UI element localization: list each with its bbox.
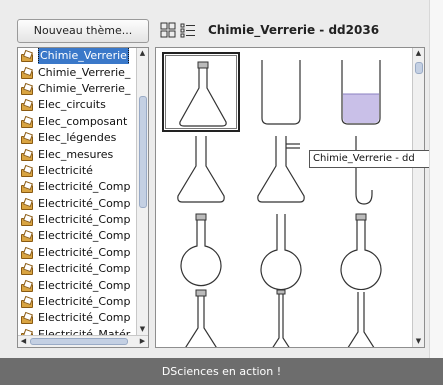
theme-list-item[interactable]: Electricité_Comp xyxy=(18,294,136,310)
theme-list-item-label: Electricité_Comp xyxy=(38,180,131,194)
theme-title: Chimie_Verrerie - dd2036 xyxy=(208,23,380,37)
scroll-left-arrow-icon[interactable]: ◀ xyxy=(18,336,29,347)
scroll-right-arrow-icon[interactable]: ▶ xyxy=(137,336,148,347)
theme-folder-icon xyxy=(21,199,33,210)
gallery-item[interactable] xyxy=(242,288,320,347)
theme-list-item-label: Electricité xyxy=(38,163,93,177)
gallery-item[interactable] xyxy=(322,288,400,347)
theme-folder-icon xyxy=(21,84,33,95)
theme-list-item-label: Elec_composant xyxy=(38,114,128,128)
theme-list-item[interactable]: Electricité_Comp xyxy=(18,179,136,195)
theme-list-item[interactable]: Electricité_Comp xyxy=(18,212,136,228)
theme-list-horizontal-scrollbar[interactable]: ◀ ▶ xyxy=(18,335,148,347)
theme-folder-icon xyxy=(21,231,33,243)
scroll-thumb[interactable] xyxy=(139,96,147,208)
theme-list-item[interactable]: Electricité_Comp xyxy=(18,277,136,293)
theme-folder-icon xyxy=(21,100,33,112)
gallery-item[interactable] xyxy=(162,288,240,347)
gallery-item[interactable] xyxy=(162,210,240,290)
theme-list-item-label: Elec_circuits xyxy=(38,98,106,112)
theme-list-item-label: Chimie_Verrerie_ xyxy=(38,65,131,79)
theme-list-item-label: Electricité_Comp xyxy=(38,295,131,309)
theme-list-item[interactable]: Electricité xyxy=(18,163,136,179)
theme-list-item-label: Electricité_Comp xyxy=(38,213,131,227)
theme-folder-icon xyxy=(21,215,33,227)
gallery-item[interactable] xyxy=(242,210,320,290)
theme-list-item[interactable]: Chimie_Verrerie_ xyxy=(18,81,136,97)
gallery-window: Nouveau thème... Chimie_Verrerie Chimie_V… xyxy=(0,0,443,385)
theme-list-item-label: Electricité_Comp xyxy=(38,262,131,276)
gallery-vertical-scrollbar[interactable]: ▲ ▼ xyxy=(412,48,424,347)
theme-list-item[interactable]: Elec_mesures xyxy=(18,146,136,162)
theme-folder-icon xyxy=(21,68,33,79)
scroll-down-arrow-icon[interactable]: ▼ xyxy=(413,336,424,347)
theme-list-item-label: Electricité_Comp xyxy=(38,278,131,292)
theme-list-item[interactable]: Elec_composant xyxy=(18,114,136,130)
theme-folder-icon xyxy=(21,313,33,325)
theme-list-vertical-scrollbar[interactable]: ▲ ▼ xyxy=(136,48,148,335)
theme-list-item[interactable]: Electricité_Comp xyxy=(18,245,136,261)
theme-folder-icon xyxy=(21,281,33,292)
gallery-item[interactable] xyxy=(322,52,400,132)
theme-list-item[interactable]: Electricité_Comp xyxy=(18,228,136,244)
theme-list-item[interactable]: Electricité_Comp xyxy=(18,310,136,326)
theme-folder-icon xyxy=(21,264,33,276)
gallery-toolbar: Chimie_Verrerie - dd2036 xyxy=(155,19,425,45)
gallery-item[interactable] xyxy=(162,52,240,132)
gallery-item[interactable] xyxy=(322,132,400,212)
theme-list-item-label: Elec_mesures xyxy=(38,147,114,161)
theme-list-item[interactable]: Chimie_Verrerie_ xyxy=(18,64,136,80)
theme-list-items: Chimie_Verrerie Chimie_Verrerie_ Chimie_Ve… xyxy=(18,48,136,343)
footer-caption: DSciences en action ! xyxy=(0,358,443,385)
theme-list-item[interactable]: Elec_circuits xyxy=(18,97,136,113)
theme-folder-icon xyxy=(21,182,33,194)
gallery-item[interactable] xyxy=(242,132,320,212)
scroll-thumb[interactable] xyxy=(415,62,423,74)
theme-list-item-label: Electricité_Comp xyxy=(38,196,131,210)
theme-folder-icon xyxy=(21,133,33,145)
scroll-thumb[interactable] xyxy=(30,338,128,345)
scroll-down-arrow-icon[interactable]: ▼ xyxy=(137,324,148,335)
scroll-up-arrow-icon[interactable]: ▲ xyxy=(413,48,424,59)
theme-list-item-label: Elec_légendes xyxy=(38,131,117,145)
theme-list-item-label: Electricité_Comp xyxy=(38,245,131,259)
theme-list-item[interactable]: Electricité_Comp xyxy=(18,261,136,277)
theme-list-item[interactable]: Elec_légendes xyxy=(18,130,136,146)
theme-folder-icon xyxy=(21,248,33,259)
gallery-item[interactable] xyxy=(242,52,320,132)
theme-folder-icon xyxy=(21,51,33,63)
theme-list[interactable]: Chimie_Verrerie Chimie_Verrerie_ Chimie_Ve… xyxy=(17,47,149,348)
theme-list-item[interactable]: Chimie_Verrerie xyxy=(18,48,136,65)
theme-folder-icon xyxy=(21,117,33,128)
gallery-item[interactable] xyxy=(322,210,400,290)
gallery-grid[interactable]: ▲ ▼ xyxy=(155,47,425,348)
scroll-up-arrow-icon[interactable]: ▲ xyxy=(137,48,148,59)
gallery-item[interactable] xyxy=(162,132,240,212)
theme-list-item-label: Electricité_Comp xyxy=(38,311,131,325)
theme-list-item-label: Chimie_Verrerie_ xyxy=(38,81,131,95)
theme-folder-icon xyxy=(21,297,33,309)
theme-folder-icon xyxy=(21,166,33,177)
theme-list-item-label: Chimie_Verrerie xyxy=(38,48,129,65)
theme-list-item-label: Electricité_Comp xyxy=(38,229,131,243)
grid-view-icon[interactable] xyxy=(160,22,176,38)
theme-list-item[interactable]: Electricité_Comp xyxy=(18,196,136,212)
window-edge xyxy=(429,0,443,358)
list-view-icon[interactable] xyxy=(180,22,196,38)
new-theme-button[interactable]: Nouveau thème... xyxy=(17,19,149,43)
theme-folder-icon xyxy=(21,150,33,161)
tooltip: Chimie_Verrerie - dd xyxy=(309,150,443,168)
